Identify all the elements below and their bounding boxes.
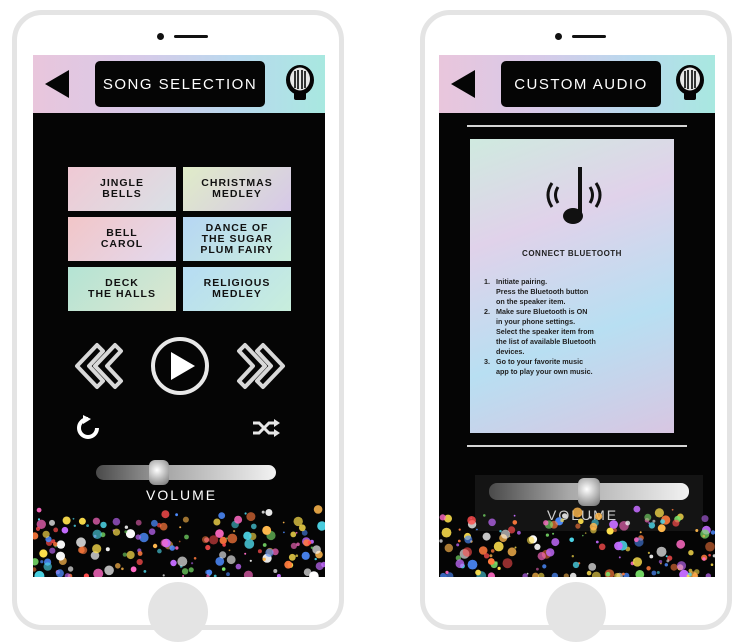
instruction-step: 1. Initiate pairing. Press the Bluetooth… [484, 277, 589, 306]
song-button-religious-medley[interactable]: RELIGIOUS MEDLEY [183, 267, 291, 311]
song-grid: JINGLE BELLS CHRISTMAS MEDLEY BELL CAROL… [68, 167, 292, 311]
music-note-icon [546, 167, 602, 224]
fast-forward-icon[interactable] [237, 343, 285, 389]
phone-speaker [555, 33, 606, 40]
page-title: CUSTOM AUDIO [501, 61, 661, 107]
custom-audio-screen: CUSTOM AUDIO CONNECT BLUETOOTH 1. Initia… [439, 55, 715, 577]
instruction-step: 3. Go to your favorite music app to play… [484, 357, 593, 376]
song-button-bell-carol[interactable]: BELL CAROL [68, 217, 176, 261]
song-selection-screen: SONG SELECTION JINGLE BELLS CHRISTMAS ME… [33, 55, 325, 577]
repeat-icon[interactable] [75, 415, 101, 441]
divider [467, 125, 687, 127]
phone-frame-left: SONG SELECTION JINGLE BELLS CHRISTMAS ME… [12, 10, 344, 642]
header-bar: SONG SELECTION [33, 55, 325, 113]
camera-dot [157, 33, 164, 40]
back-arrow-icon[interactable] [45, 70, 69, 98]
light-bulb-icon[interactable] [671, 63, 709, 103]
camera-dot [555, 33, 562, 40]
speaker-grill [572, 35, 606, 38]
sparkles-decoration [33, 505, 325, 577]
volume-slider[interactable] [96, 460, 276, 485]
shuffle-icon[interactable] [251, 417, 281, 439]
home-button[interactable] [546, 582, 606, 642]
sparkles-decoration [439, 505, 715, 577]
phone-frame-right: CUSTOM AUDIO CONNECT BLUETOOTH 1. Initia… [420, 10, 732, 642]
home-button[interactable] [148, 582, 208, 642]
connect-bluetooth-heading: CONNECT BLUETOOTH [522, 249, 622, 258]
rewind-icon[interactable] [75, 343, 123, 389]
back-arrow-icon[interactable] [451, 70, 475, 98]
song-button-sugar-plum-fairy[interactable]: DANCE OF THE SUGAR PLUM FAIRY [183, 217, 291, 261]
speaker-grill [174, 35, 208, 38]
song-button-christmas-medley[interactable]: CHRISTMAS MEDLEY [183, 167, 291, 211]
bluetooth-info-panel: CONNECT BLUETOOTH 1. Initiate pairing. P… [467, 125, 687, 475]
volume-slider-knob[interactable] [149, 460, 169, 485]
page-title: SONG SELECTION [95, 61, 265, 107]
phone-speaker [157, 33, 208, 40]
header-bar: CUSTOM AUDIO [439, 55, 715, 113]
divider [467, 445, 687, 447]
instruction-step: 2. Make sure Bluetooth is ON in your pho… [484, 307, 596, 356]
instruction-steps: 1. Initiate pairing. Press the Bluetooth… [484, 277, 669, 377]
light-bulb-icon[interactable] [281, 63, 319, 103]
bluetooth-instructions-card: CONNECT BLUETOOTH 1. Initiate pairing. P… [470, 139, 674, 433]
song-button-deck-the-halls[interactable]: DECK THE HALLS [68, 267, 176, 311]
song-button-jingle-bells[interactable]: JINGLE BELLS [68, 167, 176, 211]
volume-slider[interactable] [489, 478, 689, 506]
play-icon[interactable] [151, 337, 209, 395]
playback-controls [75, 337, 285, 395]
